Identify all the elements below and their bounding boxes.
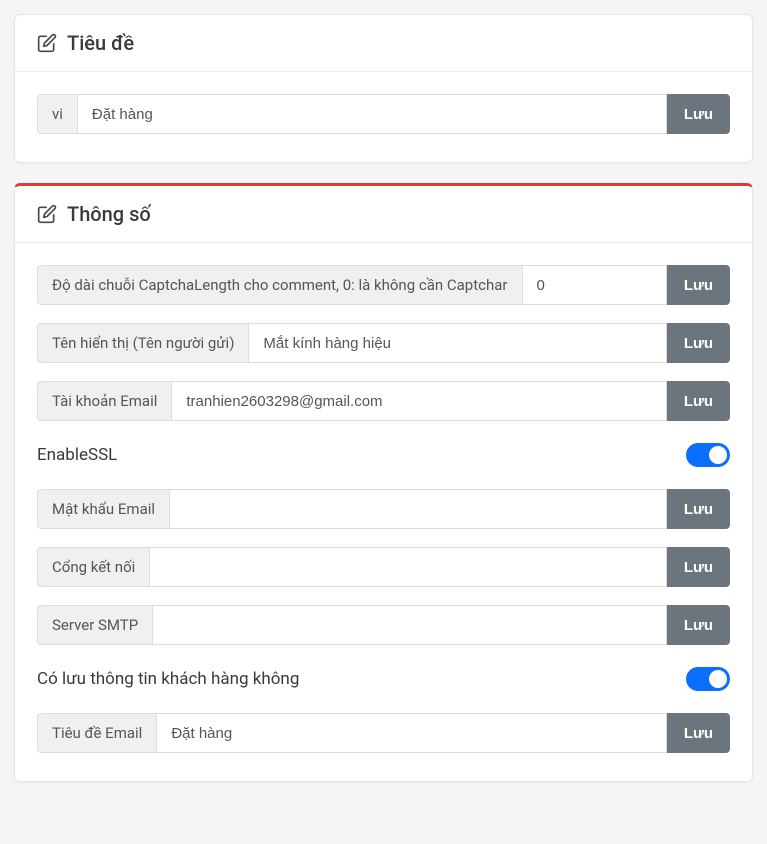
port-input[interactable] (149, 547, 667, 587)
port-row: Cổng kết nối Lưu (37, 547, 730, 587)
title-input[interactable] (77, 94, 667, 134)
save-button[interactable]: Lưu (667, 323, 730, 363)
toggle-knob (709, 446, 727, 464)
panel-title-body: vi Lưu (15, 72, 752, 162)
ssl-toggle[interactable] (686, 443, 730, 467)
ssl-label: EnableSSL (37, 445, 117, 465)
panel-params-header: Thông số (15, 186, 752, 243)
storecust-row: Có lưu thông tin khách hàng không (37, 663, 730, 691)
save-button[interactable]: Lưu (667, 265, 730, 305)
subject-label: Tiêu đề Email (37, 713, 156, 753)
port-label: Cổng kết nối (37, 547, 149, 587)
captcha-label: Độ dài chuỗi CaptchaLength cho comment, … (37, 265, 522, 305)
storecust-toggle[interactable] (686, 667, 730, 691)
email-label: Tài khoản Email (37, 381, 171, 421)
edit-icon (37, 204, 57, 224)
password-input[interactable] (169, 489, 667, 529)
toggle-knob (709, 670, 727, 688)
password-row: Mật khẩu Email Lưu (37, 489, 730, 529)
save-button[interactable]: Lưu (667, 94, 730, 134)
panel-title-heading: Tiêu đề (67, 31, 134, 55)
lang-prefix: vi (37, 94, 77, 134)
panel-params-body: Độ dài chuỗi CaptchaLength cho comment, … (15, 243, 752, 781)
smtp-label: Server SMTP (37, 605, 152, 645)
save-button[interactable]: Lưu (667, 547, 730, 587)
ssl-row: EnableSSL (37, 439, 730, 467)
smtp-input[interactable] (152, 605, 667, 645)
storecust-label: Có lưu thông tin khách hàng không (37, 669, 299, 689)
panel-params-heading: Thông số (67, 202, 151, 226)
subject-input[interactable] (156, 713, 666, 753)
title-row: vi Lưu (37, 94, 730, 134)
panel-title: Tiêu đề vi Lưu (14, 14, 753, 163)
password-label: Mật khẩu Email (37, 489, 169, 529)
display-row: Tên hiển thị (Tên người gửi) Lưu (37, 323, 730, 363)
display-label: Tên hiển thị (Tên người gửi) (37, 323, 248, 363)
save-button[interactable]: Lưu (667, 489, 730, 529)
email-row: Tài khoản Email Lưu (37, 381, 730, 421)
captcha-row: Độ dài chuỗi CaptchaLength cho comment, … (37, 265, 730, 305)
display-input[interactable] (248, 323, 666, 363)
save-button[interactable]: Lưu (667, 713, 730, 753)
panel-title-header: Tiêu đề (15, 15, 752, 72)
edit-icon (37, 33, 57, 53)
subject-row: Tiêu đề Email Lưu (37, 713, 730, 753)
save-button[interactable]: Lưu (667, 381, 730, 421)
email-input[interactable] (171, 381, 666, 421)
captcha-input[interactable] (522, 265, 667, 305)
panel-params: Thông số Độ dài chuỗi CaptchaLength cho … (14, 183, 753, 782)
save-button[interactable]: Lưu (667, 605, 730, 645)
smtp-row: Server SMTP Lưu (37, 605, 730, 645)
